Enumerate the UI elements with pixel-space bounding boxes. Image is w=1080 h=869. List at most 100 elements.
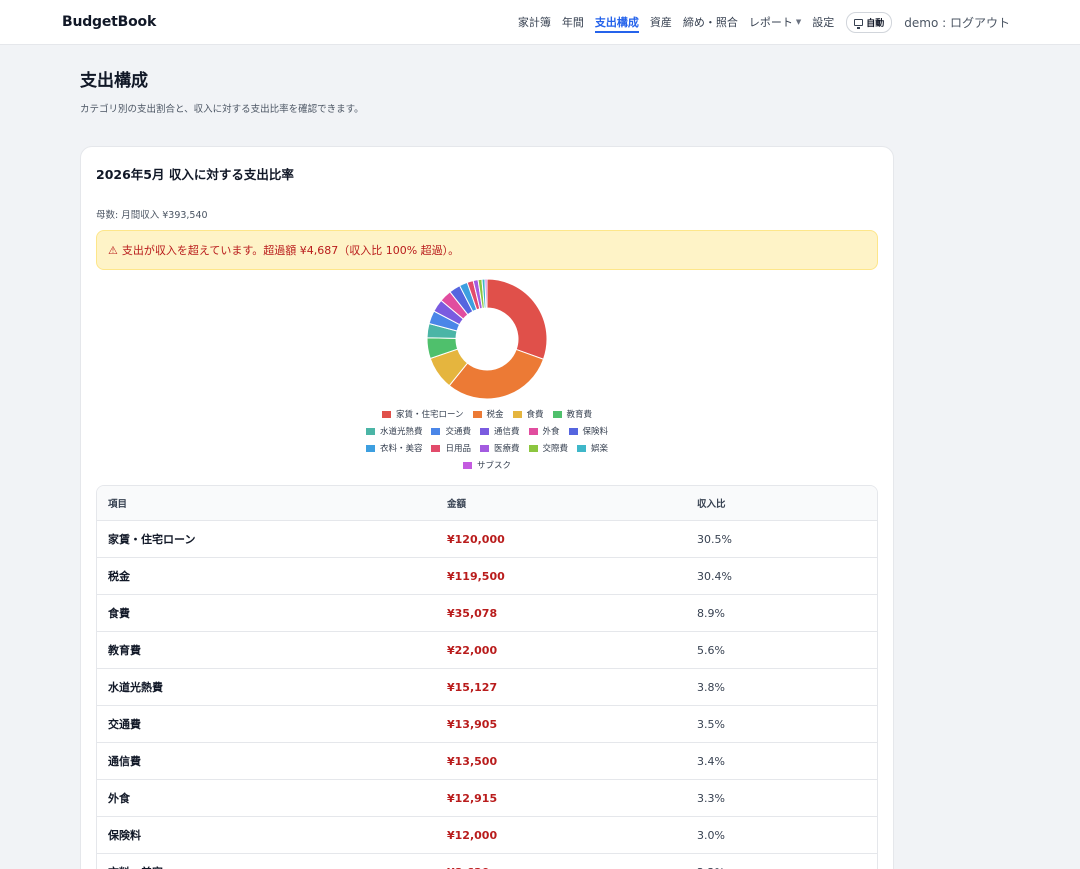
table-row: 保険料 ¥12,000 3.0% xyxy=(97,817,877,854)
legend-label: 外食 xyxy=(542,427,560,437)
legend-label: 税金 xyxy=(486,410,504,420)
theme-toggle-label: 自動 xyxy=(866,18,885,29)
legend-swatch xyxy=(528,444,538,452)
legend-swatch xyxy=(528,427,538,435)
legend-item[interactable]: 家賃・住宅ローン xyxy=(381,408,464,420)
legend-label: 教育費 xyxy=(566,410,593,420)
legend-swatch xyxy=(365,444,375,452)
legend-item[interactable]: 水道光熱費 xyxy=(365,425,422,437)
cell-item: 教育費 xyxy=(108,644,141,657)
legend-label: サブスク xyxy=(476,461,511,471)
legend-swatch xyxy=(381,410,391,418)
legend-item[interactable]: 税金 xyxy=(472,408,504,420)
legend-item[interactable]: サブスク xyxy=(462,459,511,471)
overspend-warning-banner: ⚠ 支出が収入を超えています。超過額 ¥4,687（収入比 100% 超過）。 xyxy=(96,230,878,270)
expense-ratio-card: 2026年5月 収入に対する支出比率 母数: 月間収入 ¥393,540 ⚠ 支… xyxy=(80,146,894,869)
cell-amount: ¥8,620 xyxy=(447,866,697,869)
cell-amount: ¥119,500 xyxy=(447,569,505,583)
legend-swatch xyxy=(431,427,441,435)
legend-swatch xyxy=(472,410,482,418)
legend-label: 交際費 xyxy=(542,444,569,454)
donut-chart-svg xyxy=(426,278,548,400)
legend-item[interactable]: 外食 xyxy=(528,425,560,437)
main-nav: 家計簿 年間 支出構成 資産 締め・照合 レポート ▼ 設定 自動 demo : … xyxy=(518,0,1010,45)
income-basis-text: 母数: 月間収入 ¥393,540 xyxy=(96,210,208,221)
legend-item[interactable]: 日用品 xyxy=(431,442,471,454)
cell-ratio: 30.4% xyxy=(697,569,732,583)
cell-item: 税金 xyxy=(108,570,130,583)
donut-slice[interactable] xyxy=(486,278,548,360)
cell-item: 保険料 xyxy=(108,829,141,842)
nav-item-annual[interactable]: 年間 xyxy=(562,0,584,45)
legend-item[interactable]: 娯楽 xyxy=(577,442,608,454)
table-row: 衣料・美容¥8,6202.2% xyxy=(97,854,877,869)
nav-item-kakeibo[interactable]: 家計簿 xyxy=(518,0,551,45)
legend-item[interactable]: 交通費 xyxy=(431,425,471,437)
legend-item[interactable]: 衣料・美容 xyxy=(365,442,423,454)
nav-item-assets[interactable]: 資産 xyxy=(650,0,672,45)
cell-item: 食費 xyxy=(108,607,130,620)
legend-swatch xyxy=(462,461,472,469)
chevron-down-icon: ▼ xyxy=(795,18,802,26)
page-subtitle: カテゴリ別の支出割合と、収入に対する支出比率を確認できます。 xyxy=(80,104,364,115)
warning-icon: ⚠ xyxy=(108,243,118,257)
legend-item[interactable]: 交際費 xyxy=(528,442,569,454)
table-row: 交通費 ¥13,905 3.5% xyxy=(97,706,877,743)
table-row: 家賃・住宅ローン ¥120,000 30.5% xyxy=(97,521,877,558)
nav-item-settings[interactable]: 設定 xyxy=(812,0,834,45)
top-navigation-bar: BudgetBook 家計簿 年間 支出構成 資産 締め・照合 レポート ▼ 設定… xyxy=(0,0,1080,45)
legend-label: 医療費 xyxy=(493,444,520,454)
cell-amount: ¥35,078 xyxy=(447,606,498,620)
legend-swatch xyxy=(552,410,562,418)
nav-item-reports-label: レポート xyxy=(748,16,793,29)
legend-item[interactable]: 医療費 xyxy=(479,442,520,454)
legend-label: 日用品 xyxy=(445,444,471,454)
legend-item[interactable]: 食費 xyxy=(512,408,544,420)
cell-amount: ¥13,500 xyxy=(447,754,498,768)
legend-label: 通信費 xyxy=(493,427,520,437)
theme-toggle-button[interactable]: 自動 xyxy=(846,11,893,33)
cell-amount: ¥12,000 xyxy=(447,828,498,842)
legend-swatch xyxy=(431,444,441,452)
cell-ratio: 3.4% xyxy=(697,754,725,768)
cell-item: 水道光熱費 xyxy=(108,681,163,694)
legend-swatch xyxy=(577,444,587,452)
legend-label: 家賃・住宅ローン xyxy=(395,410,464,420)
legend-swatch xyxy=(512,410,522,418)
cell-ratio: 3.0% xyxy=(697,828,725,842)
nav-item-expense-composition[interactable]: 支出構成 xyxy=(594,0,639,45)
cell-item: 通信費 xyxy=(108,755,141,768)
table-row: 外食 ¥12,915 3.3% xyxy=(97,780,877,817)
legend-swatch xyxy=(365,427,375,435)
cell-amount: ¥120,000 xyxy=(447,532,505,546)
brand-logo[interactable]: BudgetBook xyxy=(62,14,156,30)
legend-label: 衣料・美容 xyxy=(379,444,423,454)
cell-item: 外食 xyxy=(108,792,130,805)
legend-label: 食費 xyxy=(526,410,544,420)
cell-item: 交通費 xyxy=(108,718,141,731)
nav-item-closing-reconcile[interactable]: 締め・照合 xyxy=(683,0,738,45)
legend-swatch xyxy=(568,427,578,435)
main-content: 支出構成 カテゴリ別の支出割合と、収入に対する支出比率を確認できます。 2026… xyxy=(0,45,1080,869)
monitor-icon xyxy=(854,18,864,29)
donut-slice[interactable] xyxy=(448,348,545,400)
expense-donut-chart: 家賃・住宅ローン 税金 食費 教育費水道光熱費 交通費 通信費 外食 保険料衣料・美容 日用品 医… xyxy=(96,277,878,471)
column-header-ratio: 収入比 xyxy=(697,499,726,510)
table-row: 食費 ¥35,078 8.9% xyxy=(97,595,877,632)
cell-amount: ¥15,127 xyxy=(447,680,498,694)
cell-amount: ¥13,905 xyxy=(447,717,498,731)
legend-item[interactable]: 通信費 xyxy=(479,425,520,437)
legend-item[interactable]: 保険料 xyxy=(568,425,608,437)
table-body: 家賃・住宅ローン ¥120,000 30.5% 税金 ¥119,500 30.4% 食費 ¥3… xyxy=(97,521,877,869)
cell-ratio: 3.8% xyxy=(697,680,725,694)
cell-item: 衣料・美容 xyxy=(97,864,447,869)
legend-item[interactable]: 教育費 xyxy=(552,408,593,420)
column-header-amount: 金額 xyxy=(447,499,467,510)
cell-ratio: 8.9% xyxy=(697,606,725,620)
cell-ratio: 3.3% xyxy=(697,791,725,805)
logout-link[interactable]: demo : ログアウト xyxy=(904,14,1010,31)
expense-table: 項目 金額 収入比 家賃・住宅ローン ¥120,000 30.5% 税金 ¥119,50… xyxy=(96,485,878,869)
table-row: 教育費 ¥22,000 5.6% xyxy=(97,632,877,669)
nav-item-reports[interactable]: レポート ▼ xyxy=(749,0,801,45)
chart-legend: 家賃・住宅ローン 税金 食費 教育費水道光熱費 交通費 通信費 外食 保険料衣料・美容 日用品 医… xyxy=(352,408,622,471)
